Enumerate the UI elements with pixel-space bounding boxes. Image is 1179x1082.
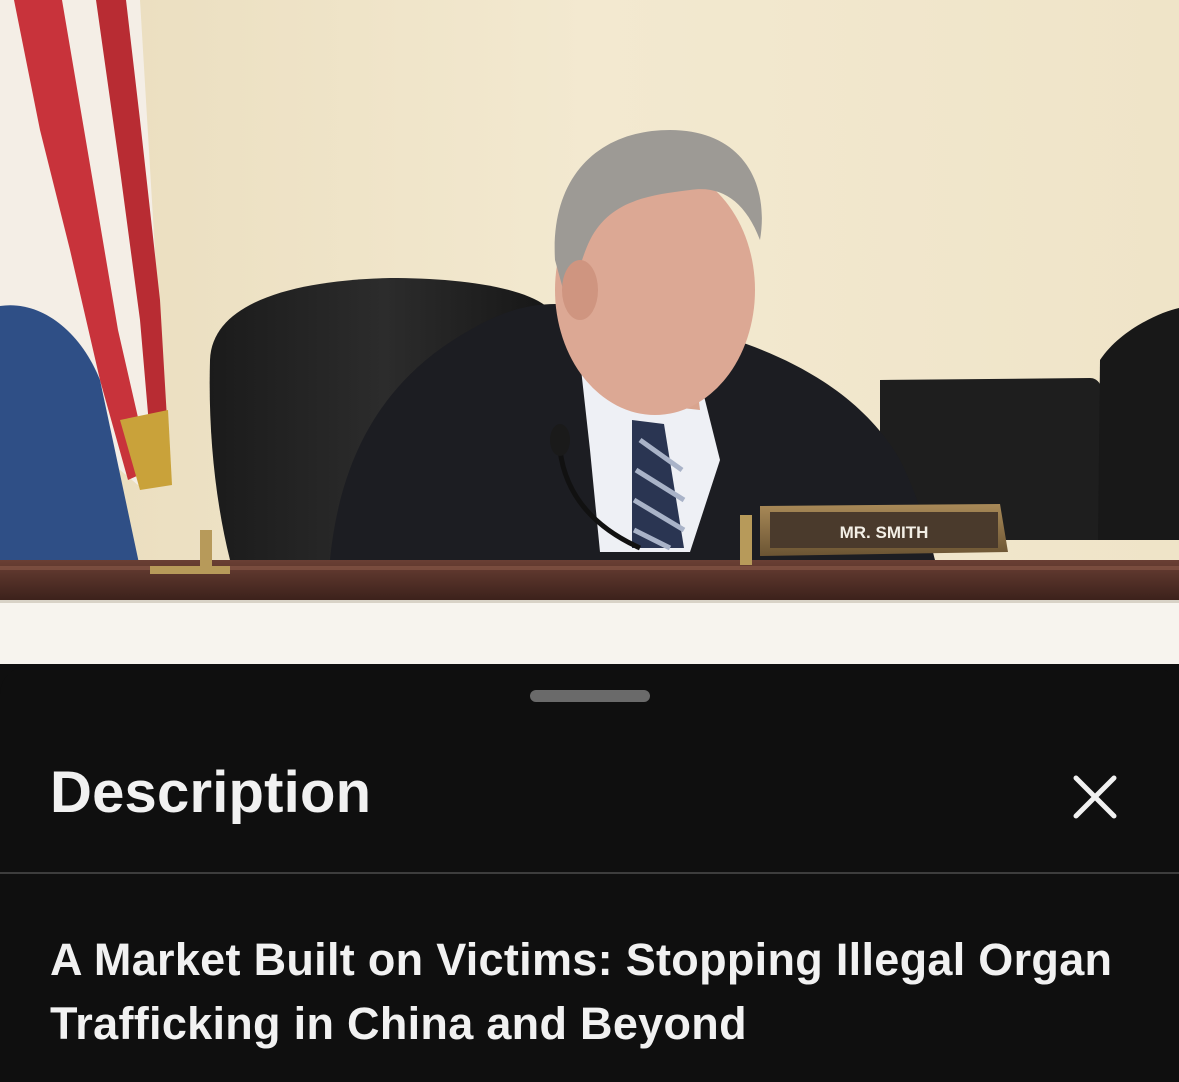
video-title: A Market Built on Victims: Stopping Ille… <box>50 934 1113 1049</box>
desk-front <box>0 600 1179 664</box>
video-player[interactable]: MR. SMITH <box>0 0 1179 664</box>
sheet-title: Description <box>50 760 372 825</box>
app-screen: MR. SMITH Description A Market Built on … <box>0 0 1179 1082</box>
nameplate: MR. SMITH <box>760 504 1008 556</box>
sheet-header: Description <box>0 736 1179 872</box>
drag-handle[interactable] <box>530 690 650 702</box>
close-icon <box>1073 775 1117 819</box>
desk-fixture <box>150 566 230 574</box>
desk-fixture <box>200 530 212 570</box>
desk-fixture <box>740 515 752 565</box>
video-frame: MR. SMITH <box>0 0 1179 664</box>
close-button[interactable] <box>1064 766 1126 828</box>
nameplate-text: MR. SMITH <box>840 523 929 542</box>
divider <box>0 872 1179 874</box>
description-sheet: Description A Market Built on Victims: S… <box>0 666 1179 1082</box>
